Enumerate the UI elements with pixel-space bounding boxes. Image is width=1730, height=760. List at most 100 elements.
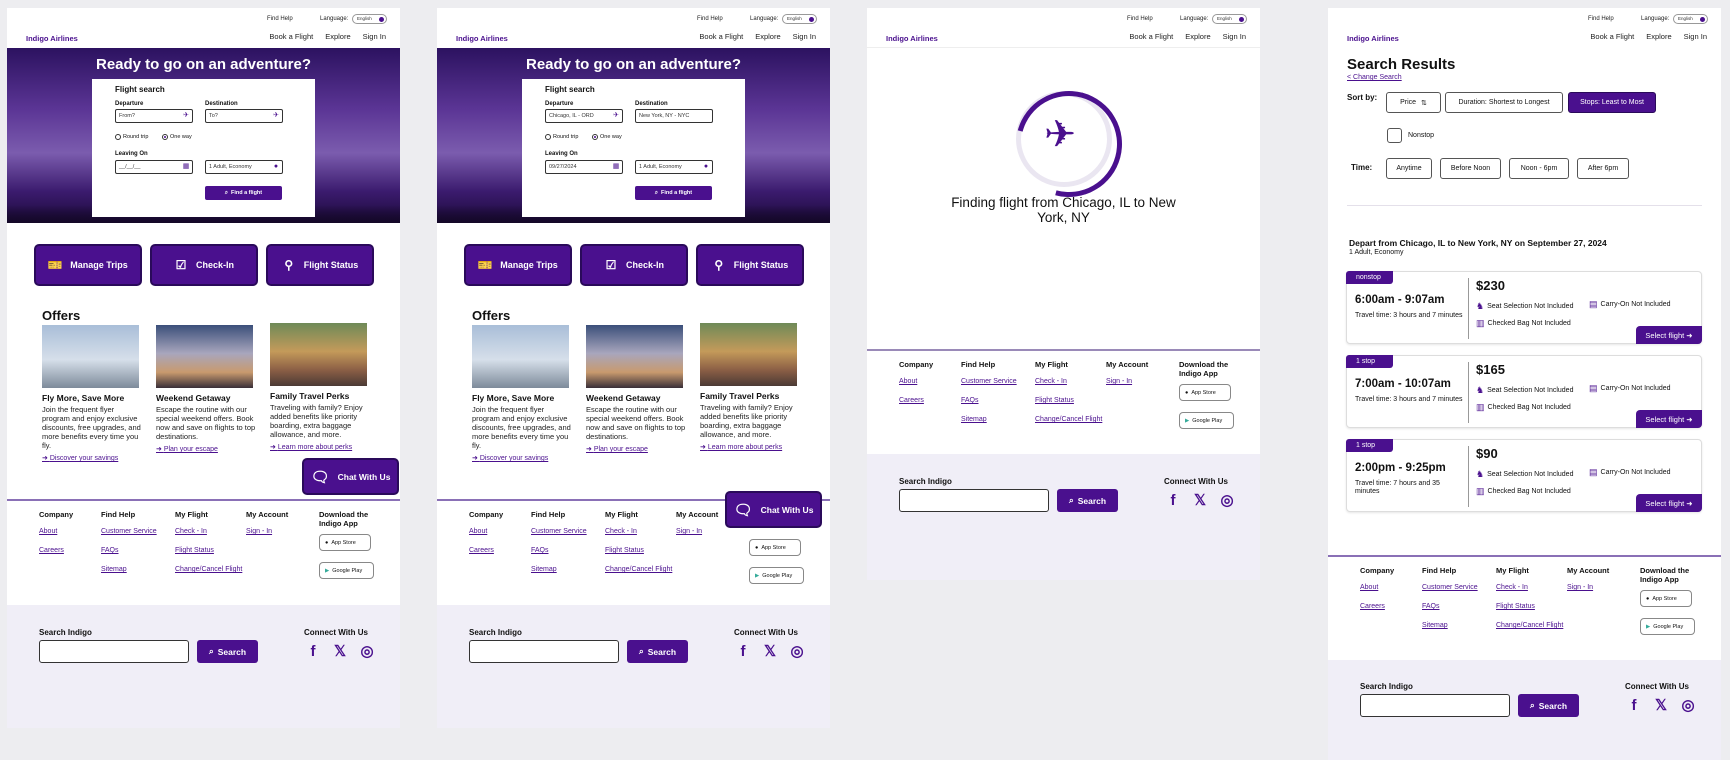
chat-with-us-button[interactable]: 🗨 Chat With Us [725,491,822,528]
x-icon[interactable]: 𝕏 [331,642,349,660]
footer-link-sign-in[interactable]: Sign - In [1106,378,1148,385]
footer-link-careers[interactable]: Careers [899,397,933,404]
facebook-icon[interactable]: f [1625,696,1643,714]
select-flight-button[interactable]: Select flight ➜ [1636,410,1702,428]
footer-link-flight-status[interactable]: Flight Status [175,547,242,554]
x-icon[interactable]: 𝕏 [761,642,779,660]
footer-link-change-cancel[interactable]: Change/Cancel Flight [1496,622,1563,629]
footer-link-flight-status[interactable]: Flight Status [605,547,672,554]
footer-search-button[interactable]: ⌕ Search [1518,694,1579,717]
nav-book-flight[interactable]: Book a Flight [269,32,313,41]
language-select[interactable]: English [1212,14,1247,24]
sort-duration-button[interactable]: Duration: Shortest to Longest [1445,92,1563,113]
nonstop-checkbox[interactable] [1387,128,1402,143]
find-flight-button[interactable]: ⌕ Find a flight [205,186,282,200]
facebook-icon[interactable]: f [1164,491,1182,509]
footer-link-faqs[interactable]: FAQs [961,397,1017,404]
passengers-input[interactable]: 1 Adult, Economy ● [205,160,283,174]
nav-book-flight[interactable]: Book a Flight [699,32,743,41]
footer-link-faqs[interactable]: FAQs [531,547,587,554]
time-noon-6pm-button[interactable]: Noon - 6pm [1509,158,1569,179]
footer-link-sign-in[interactable]: Sign - In [246,528,288,535]
one-way-radio[interactable]: One way [162,134,192,140]
google-play-button[interactable]: ▶ Google Play [749,567,804,584]
find-flight-button[interactable]: ⌕ Find a flight [635,186,712,200]
nav-sign-in[interactable]: Sign In [1684,32,1707,41]
footer-search-button[interactable]: ⌕ Search [197,640,258,663]
time-before-noon-button[interactable]: Before Noon [1440,158,1501,179]
footer-link-careers[interactable]: Careers [469,547,503,554]
nav-explore[interactable]: Explore [1646,32,1671,41]
x-icon[interactable]: 𝕏 [1191,491,1209,509]
sort-price-button[interactable]: Price ⇅ [1386,92,1441,113]
footer-search-button[interactable]: ⌕ Search [627,640,688,663]
manage-trips-button[interactable]: 🎫 Manage Trips [34,244,142,286]
x-icon[interactable]: 𝕏 [1652,696,1670,714]
time-after-6pm-button[interactable]: After 6pm [1577,158,1629,179]
one-way-radio[interactable]: One way [592,134,622,140]
select-flight-button[interactable]: Select flight ➜ [1636,326,1702,344]
logo[interactable]: Indigo Airlines [1347,34,1399,43]
footer-link-careers[interactable]: Careers [39,547,73,554]
app-store-button[interactable]: ● App Store [1640,590,1692,607]
flight-status-button[interactable]: ⚲ Flight Status [696,244,804,286]
nav-sign-in[interactable]: Sign In [363,32,386,41]
offer-link[interactable]: ➜ Learn more about perks [700,443,800,451]
footer-link-check-in[interactable]: Check - In [1035,378,1102,385]
round-trip-radio[interactable]: Round trip [115,134,148,140]
instagram-icon[interactable]: ◎ [788,642,806,660]
nav-explore[interactable]: Explore [325,32,350,41]
footer-link-sign-in[interactable]: Sign - In [1567,584,1609,591]
footer-link-sitemap[interactable]: Sitemap [101,566,157,573]
date-input[interactable]: 09/27/2024 ▦ [545,160,623,174]
find-help-link[interactable]: Find Help [267,16,293,22]
logo[interactable]: Indigo Airlines [26,34,78,43]
facebook-icon[interactable]: f [734,642,752,660]
google-play-button[interactable]: ▶ Google Play [1640,618,1695,635]
app-store-button[interactable]: ● App Store [749,539,801,556]
offer-link[interactable]: ➜ Plan your escape [586,445,686,453]
language-select[interactable]: English [1673,14,1708,24]
footer-link-customer-service[interactable]: Customer Service [1422,584,1478,591]
footer-link-change-cancel[interactable]: Change/Cancel Flight [175,566,242,573]
offer-link[interactable]: ➜ Plan your escape [156,445,256,453]
logo[interactable]: Indigo Airlines [456,34,508,43]
footer-link-check-in[interactable]: Check - In [605,528,672,535]
footer-link-sitemap[interactable]: Sitemap [531,566,587,573]
google-play-button[interactable]: ▶ Google Play [1179,412,1234,429]
nav-explore[interactable]: Explore [755,32,780,41]
facebook-icon[interactable]: f [304,642,322,660]
find-help-link[interactable]: Find Help [1127,16,1153,22]
check-in-button[interactable]: ☑ Check-In [150,244,258,286]
instagram-icon[interactable]: ◎ [358,642,376,660]
language-select[interactable]: English [782,14,817,24]
nav-book-flight[interactable]: Book a Flight [1590,32,1634,41]
select-flight-button[interactable]: Select flight ➜ [1636,494,1702,512]
language-select[interactable]: English [352,14,387,24]
flight-status-button[interactable]: ⚲ Flight Status [266,244,374,286]
footer-search-input[interactable] [469,640,619,663]
chat-with-us-button[interactable]: 🗨 Chat With Us [302,458,399,495]
footer-link-change-cancel[interactable]: Change/Cancel Flight [1035,416,1102,423]
footer-link-flight-status[interactable]: Flight Status [1035,397,1102,404]
nav-book-flight[interactable]: Book a Flight [1129,32,1173,41]
change-search-link[interactable]: < Change Search [1347,74,1402,81]
google-play-button[interactable]: ▶ Google Play [319,562,374,579]
manage-trips-button[interactable]: 🎫 Manage Trips [464,244,572,286]
footer-search-input[interactable] [899,489,1049,512]
footer-link-faqs[interactable]: FAQs [1422,603,1478,610]
footer-link-check-in[interactable]: Check - In [175,528,242,535]
offer-link[interactable]: ➜ Discover your savings [472,454,572,462]
offer-link[interactable]: ➜ Discover your savings [42,454,142,462]
departure-input[interactable]: Chicago, IL - ORD ✈ [545,109,623,123]
instagram-icon[interactable]: ◎ [1679,696,1697,714]
footer-link-sitemap[interactable]: Sitemap [1422,622,1478,629]
app-store-button[interactable]: ● App Store [319,534,371,551]
footer-link-customer-service[interactable]: Customer Service [961,378,1017,385]
footer-link-about[interactable]: About [469,528,503,535]
footer-link-faqs[interactable]: FAQs [101,547,157,554]
footer-link-careers[interactable]: Careers [1360,603,1394,610]
instagram-icon[interactable]: ◎ [1218,491,1236,509]
find-help-link[interactable]: Find Help [697,16,723,22]
find-help-link[interactable]: Find Help [1588,16,1614,22]
